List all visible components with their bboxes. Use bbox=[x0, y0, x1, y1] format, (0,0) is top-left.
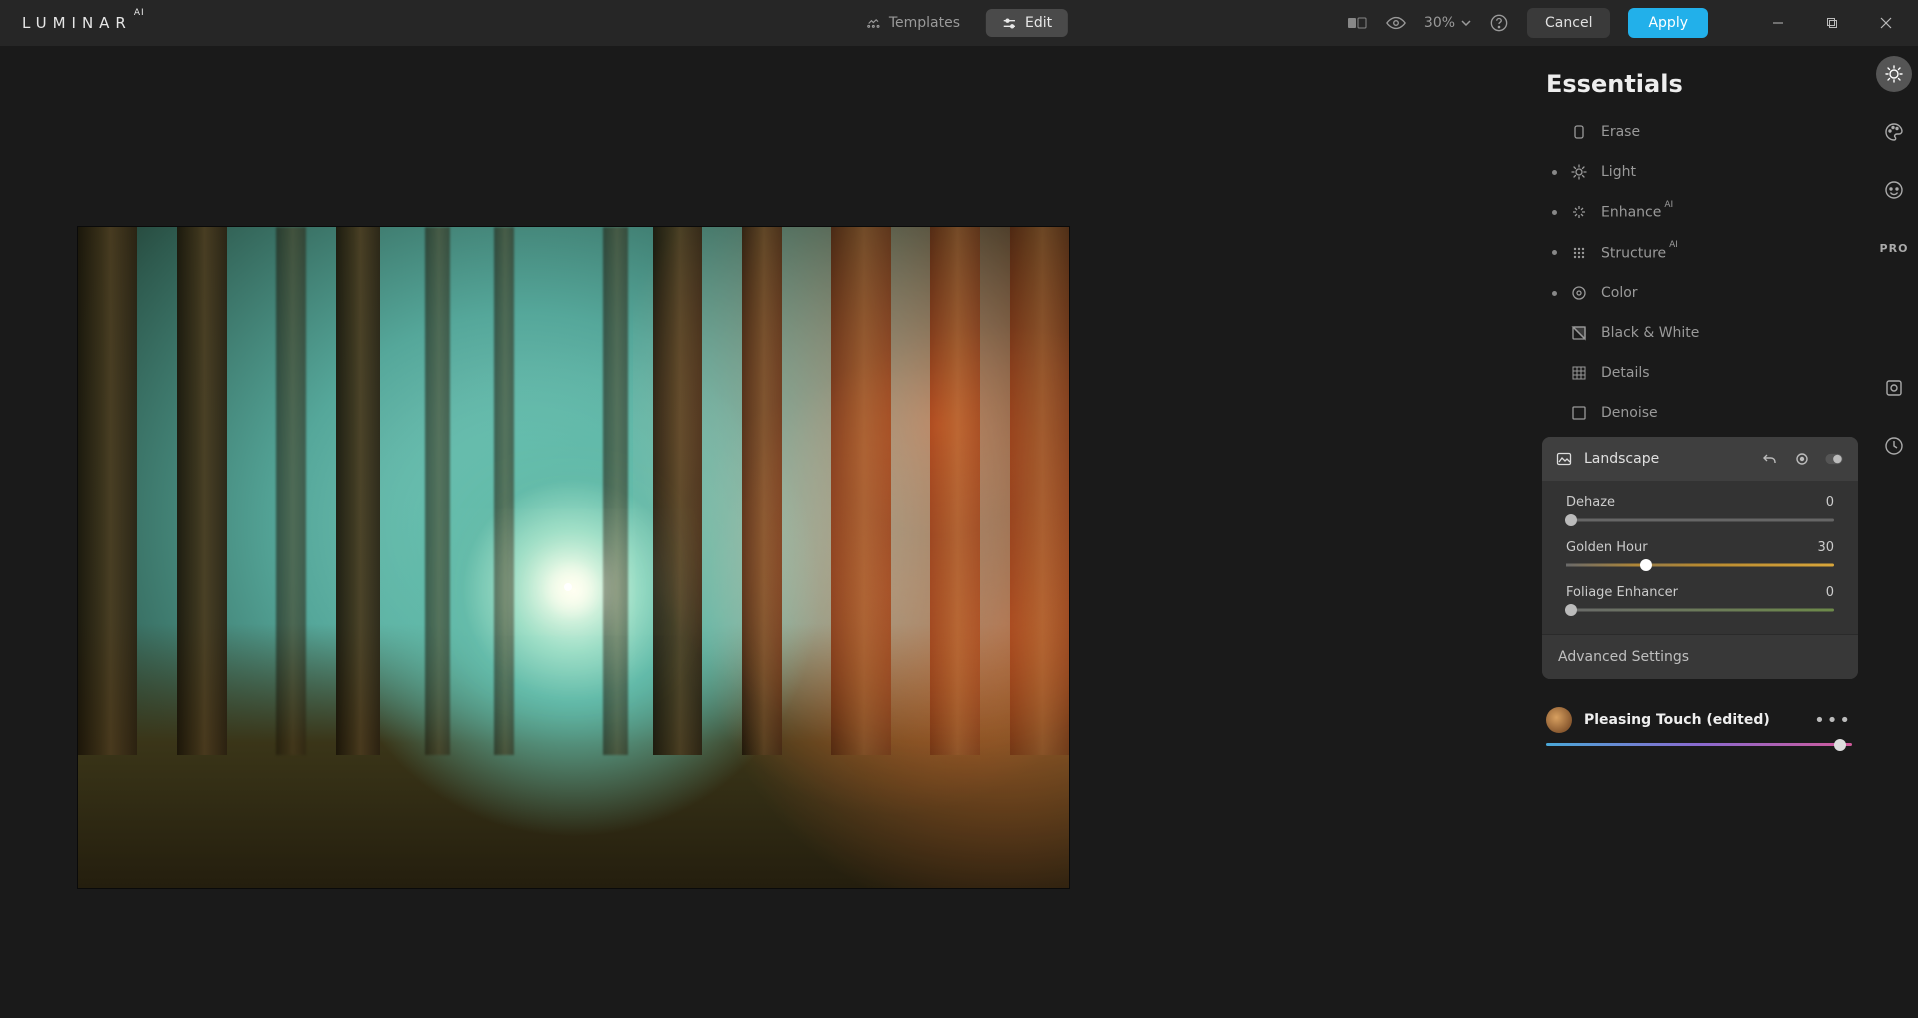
light-icon bbox=[1571, 164, 1587, 180]
tool-bw[interactable]: Black & White bbox=[1542, 313, 1858, 353]
compare-icon[interactable] bbox=[1348, 13, 1368, 33]
modified-dot bbox=[1552, 170, 1557, 175]
applied-template-more[interactable]: ••• bbox=[1814, 710, 1852, 731]
golden-hour-value: 30 bbox=[1817, 540, 1834, 555]
sliders-icon bbox=[1002, 16, 1017, 31]
cat-portrait[interactable] bbox=[1876, 172, 1912, 208]
cancel-button[interactable]: Cancel bbox=[1527, 8, 1610, 38]
templates-icon bbox=[866, 16, 881, 31]
image-canvas[interactable] bbox=[78, 227, 1069, 888]
golden-hour-slider[interactable] bbox=[1566, 559, 1834, 571]
edit-label: Edit bbox=[1025, 15, 1052, 31]
landscape-icon bbox=[1556, 451, 1572, 467]
cat-composition[interactable] bbox=[1876, 370, 1912, 406]
templates-tab[interactable]: Templates bbox=[850, 9, 976, 37]
dehaze-label: Dehaze bbox=[1566, 495, 1615, 510]
golden-hour-label: Golden Hour bbox=[1566, 540, 1648, 555]
cat-pro[interactable]: PRO bbox=[1876, 230, 1912, 266]
window-minimize[interactable] bbox=[1760, 7, 1796, 39]
visibility-toggle[interactable] bbox=[1824, 449, 1844, 469]
dehaze-slider[interactable] bbox=[1566, 514, 1834, 526]
help-icon[interactable] bbox=[1489, 13, 1509, 33]
cat-creative[interactable] bbox=[1876, 114, 1912, 150]
foliage-value: 0 bbox=[1826, 585, 1834, 600]
details-icon bbox=[1571, 365, 1587, 381]
mask-icon[interactable] bbox=[1792, 449, 1812, 469]
cat-history[interactable] bbox=[1876, 428, 1912, 464]
cat-essentials[interactable] bbox=[1876, 56, 1912, 92]
template-amount-slider[interactable] bbox=[1546, 743, 1852, 746]
ai-badge: AI bbox=[1669, 240, 1678, 250]
chevron-down-icon bbox=[1461, 20, 1471, 26]
panel-title: Essentials bbox=[1546, 70, 1858, 98]
app-logo: LUMINARAI bbox=[22, 14, 145, 32]
tool-enhance[interactable]: EnhanceAI bbox=[1542, 192, 1858, 233]
modified-dot bbox=[1552, 250, 1557, 255]
advanced-settings[interactable]: Advanced Settings bbox=[1542, 634, 1858, 679]
dehaze-value: 0 bbox=[1826, 495, 1834, 510]
apply-button[interactable]: Apply bbox=[1628, 8, 1708, 38]
undo-icon[interactable] bbox=[1760, 449, 1780, 469]
zoom-value: 30% bbox=[1424, 15, 1455, 31]
edit-tab[interactable]: Edit bbox=[986, 9, 1068, 37]
ai-badge: AI bbox=[1664, 200, 1673, 210]
tool-landscape-header[interactable]: Landscape bbox=[1542, 437, 1858, 481]
templates-label: Templates bbox=[889, 15, 960, 31]
denoise-icon bbox=[1571, 405, 1587, 421]
tool-details[interactable]: Details bbox=[1542, 353, 1858, 393]
applied-template-name: Pleasing Touch (edited) bbox=[1584, 712, 1802, 728]
modified-dot bbox=[1552, 291, 1557, 296]
modified-dot bbox=[1552, 210, 1557, 215]
zoom-dropdown[interactable]: 30% bbox=[1424, 15, 1471, 31]
enhance-icon bbox=[1571, 204, 1587, 220]
tool-erase[interactable]: Erase bbox=[1542, 112, 1858, 152]
applied-template-thumb bbox=[1546, 707, 1572, 733]
color-icon bbox=[1571, 285, 1587, 301]
window-maximize[interactable] bbox=[1814, 7, 1850, 39]
foliage-label: Foliage Enhancer bbox=[1566, 585, 1678, 600]
erase-icon bbox=[1571, 124, 1587, 140]
structure-icon bbox=[1571, 245, 1587, 261]
bw-icon bbox=[1571, 325, 1587, 341]
foliage-slider[interactable] bbox=[1566, 604, 1834, 616]
tool-structure[interactable]: StructureAI bbox=[1542, 233, 1858, 274]
preview-eye-icon[interactable] bbox=[1386, 13, 1406, 33]
tool-landscape-panel: Landscape Dehaze 0 bbox=[1542, 437, 1858, 679]
tool-color[interactable]: Color bbox=[1542, 273, 1858, 313]
tool-light[interactable]: Light bbox=[1542, 152, 1858, 192]
window-close[interactable] bbox=[1868, 7, 1904, 39]
tool-denoise[interactable]: Denoise bbox=[1542, 393, 1858, 433]
